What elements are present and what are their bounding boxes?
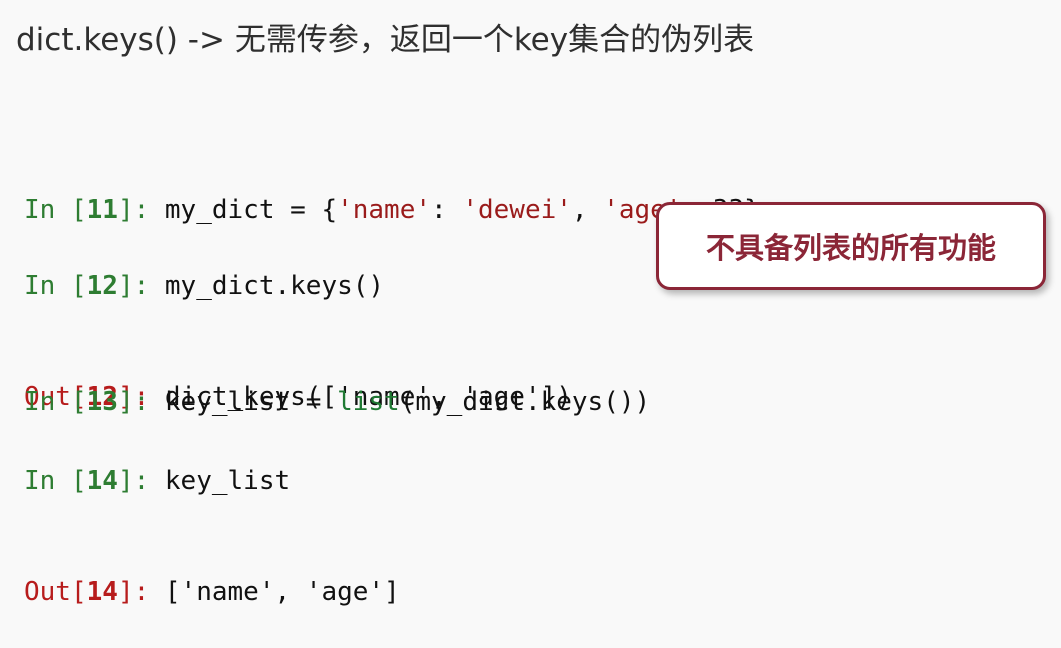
in-prompt-label: In [ (24, 271, 87, 301)
out-prompt-label: Out[ (24, 577, 87, 607)
callout-text: 不具备列表的所有功能 (705, 231, 996, 265)
output-line-14: Out[14]: ['name', 'age'] (24, 574, 400, 611)
out-prompt-close: ]: (117, 577, 165, 607)
in-prompt-number: 12 (86, 271, 118, 301)
input-line-12: In [12]: my_dict.keys() (24, 268, 572, 305)
slide-title: dict.keys() -> 无需传参，返回一个key集合的伪列表 (16, 22, 755, 58)
out-prompt-number: 14 (86, 577, 118, 607)
code-token: my_dict.keys() (164, 271, 385, 301)
code-token: , (571, 195, 604, 225)
code-cell-14: In [14]: key_list Out[14]: ['name', 'age… (24, 389, 400, 648)
in-prompt-close: ]: (117, 466, 165, 496)
callout-box: 不具备列表的所有功能 (656, 202, 1046, 290)
in-prompt-label: In [ (24, 466, 87, 496)
code-token: (my_dict.keys()) (399, 387, 651, 417)
output-text: ['name', 'age'] (164, 577, 400, 607)
code-token: key_list (164, 466, 291, 496)
in-prompt-close: ]: (117, 271, 165, 301)
in-prompt-number: 14 (86, 466, 118, 496)
